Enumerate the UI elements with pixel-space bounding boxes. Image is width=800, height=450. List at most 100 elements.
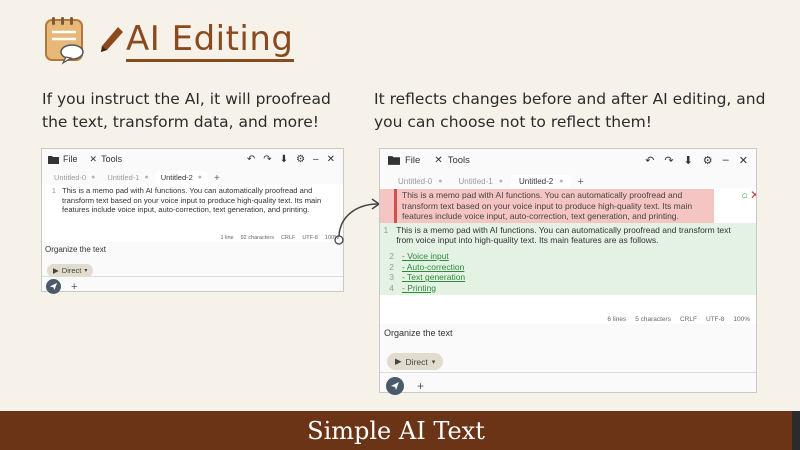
- tools-menu-label: Tools: [447, 154, 470, 166]
- tab-dot: ●: [559, 178, 564, 185]
- deleted-text-block: This is a memo pad with AI functions. Yo…: [380, 189, 756, 223]
- list-item-text: - Text generation: [402, 272, 466, 283]
- chevron-down-icon: ▾: [431, 358, 436, 366]
- direct-label: Direct: [61, 266, 82, 275]
- tab-untitled-0[interactable]: Untitled-0 ●: [390, 175, 450, 188]
- send-button[interactable]: [386, 376, 404, 395]
- status-encoding: UTF-8: [705, 315, 725, 323]
- tools-icon: ✕: [89, 153, 98, 164]
- gear-icon[interactable]: ⚙: [296, 154, 305, 165]
- line-number: 3: [389, 272, 394, 283]
- chevron-down-icon: ▾: [84, 268, 88, 274]
- status-bar: 1 line 92 characters CRLF UTF-8 100%: [42, 234, 343, 242]
- status-zoom: 100%: [733, 315, 750, 323]
- editor-area[interactable]: 1 This is a memo pad with AI functions. Y…: [42, 184, 343, 234]
- list-item: 2 - Auto-correction: [380, 262, 750, 273]
- change-marker: [394, 189, 397, 223]
- close-icon[interactable]: ✕: [739, 154, 748, 167]
- send-icon: [49, 282, 58, 291]
- line-number: 1: [383, 224, 389, 235]
- pencil-icon: [101, 27, 123, 52]
- close-icon[interactable]: ✕: [327, 154, 335, 165]
- new-tab-button[interactable]: +: [577, 176, 583, 188]
- tab-dot: ●: [498, 178, 503, 185]
- line-number: 2: [389, 261, 394, 272]
- bottom-bar: +: [42, 276, 343, 296]
- tab-bar: Untitled-0 ● Untitled-1 ● Untitled-2 ● +: [42, 169, 343, 184]
- prompt-input[interactable]: Organize the text: [380, 324, 756, 348]
- list-item-text: - Auto-correction: [402, 261, 465, 272]
- app-logo: [42, 14, 90, 66]
- editor-window-after: File ✕ Tools ↶ ↷ ⬇ ⚙ – ✕ Untitled-0 ● Unt…: [379, 148, 757, 395]
- list-item: 3 - Text generation: [380, 272, 750, 283]
- status-bar: 6 lines 5 characters CRLF UTF-8 100%: [380, 314, 756, 324]
- direct-mode-button[interactable]: ▶ Direct ▾: [387, 353, 444, 370]
- tab-label: Untitled-1: [107, 173, 140, 182]
- new-tab-button[interactable]: +: [214, 173, 220, 184]
- gear-icon[interactable]: ⚙: [703, 154, 713, 167]
- direct-label: Direct: [405, 356, 428, 367]
- menubar: File ✕ Tools ↶ ↷ ⬇ ⚙ – ✕: [380, 149, 756, 171]
- status-lines: 6 lines: [607, 315, 627, 323]
- editor-window-before: File ✕ Tools ↶ ↷ ⬇ ⚙ – ✕ Untitled-0 ● Unt…: [41, 148, 344, 294]
- tab-untitled-0[interactable]: Untitled-0 ●: [48, 171, 101, 184]
- minimize-icon[interactable]: –: [723, 154, 729, 166]
- undo-icon[interactable]: ↶: [645, 154, 654, 167]
- window-controls: ↶ ↷ ⬇ ⚙ – ✕: [239, 149, 335, 169]
- file-menu[interactable]: File: [48, 154, 78, 164]
- tab-dot: ●: [438, 178, 443, 185]
- tab-label: Untitled-2: [518, 177, 554, 186]
- download-icon[interactable]: ⬇: [280, 154, 288, 165]
- list-item-text: - Voice input: [402, 250, 449, 261]
- list-item: 2 - Voice input: [380, 251, 750, 262]
- tab-dot: ●: [197, 174, 203, 181]
- tab-untitled-2[interactable]: Untitled-2 ●: [510, 175, 572, 188]
- reject-change-icon[interactable]: ✕: [750, 189, 756, 201]
- tab-bar: Untitled-0 ● Untitled-1 ● Untitled-2 ● +: [380, 171, 756, 188]
- play-icon: ▶: [53, 266, 59, 275]
- transition-arrow-icon: [334, 198, 381, 245]
- redo-icon[interactable]: ↷: [263, 154, 271, 165]
- status-eol: CRLF: [280, 235, 296, 241]
- footer-banner: Simple AI Text: [0, 411, 792, 450]
- list-item-text: - Printing: [402, 282, 437, 293]
- tab-untitled-1[interactable]: Untitled-1 ●: [450, 175, 510, 188]
- footer-text: Simple AI Text: [307, 416, 485, 445]
- tab-untitled-1[interactable]: Untitled-1 ●: [101, 171, 154, 184]
- tab-dot: ●: [144, 174, 149, 181]
- file-menu-label: File: [63, 154, 78, 164]
- status-lines: 1 line: [220, 235, 234, 241]
- tools-menu[interactable]: ✕ Tools: [434, 155, 470, 166]
- list-item: 4 - Printing: [380, 283, 750, 294]
- prompt-input[interactable]: Organize the text: [42, 242, 343, 258]
- add-button[interactable]: +: [71, 281, 77, 293]
- editor-line: 1 This is a memo pad with AI functions. …: [380, 225, 750, 246]
- tab-label: Untitled-1: [458, 177, 493, 186]
- editor-area[interactable]: This is a memo pad with AI functions. Yo…: [380, 188, 756, 314]
- direct-mode-button[interactable]: ▶ Direct ▾: [47, 264, 94, 277]
- tab-untitled-2[interactable]: Untitled-2 ●: [154, 171, 209, 184]
- send-icon: [391, 381, 399, 390]
- tab-label: Untitled-0: [398, 177, 433, 186]
- redo-icon[interactable]: ↷: [664, 154, 673, 167]
- line-number: 2: [389, 250, 394, 261]
- folder-icon: [388, 156, 400, 165]
- file-menu[interactable]: File: [388, 155, 420, 166]
- minimize-icon[interactable]: –: [313, 154, 319, 165]
- undo-icon[interactable]: ↶: [247, 154, 255, 165]
- tab-label: Untitled-0: [54, 173, 87, 182]
- tools-menu[interactable]: ✕ Tools: [90, 154, 123, 165]
- accept-change-icon[interactable]: ○: [741, 191, 748, 202]
- file-menu-label: File: [405, 154, 421, 166]
- caption-right: It reflects changes before and after AI …: [374, 90, 766, 131]
- tools-icon: ✕: [434, 154, 443, 166]
- download-icon[interactable]: ⬇: [684, 154, 693, 167]
- add-button[interactable]: +: [417, 379, 424, 393]
- send-button[interactable]: [46, 279, 61, 294]
- window-controls: ↶ ↷ ⬇ ⚙ – ✕: [635, 149, 748, 171]
- mode-row: ▶ Direct ▾: [380, 348, 756, 372]
- status-chars: 5 characters: [635, 315, 671, 323]
- menubar: File ✕ Tools ↶ ↷ ⬇ ⚙ – ✕: [42, 149, 343, 169]
- tab-label: Untitled-2: [160, 173, 193, 182]
- status-chars: 92 characters: [240, 235, 274, 241]
